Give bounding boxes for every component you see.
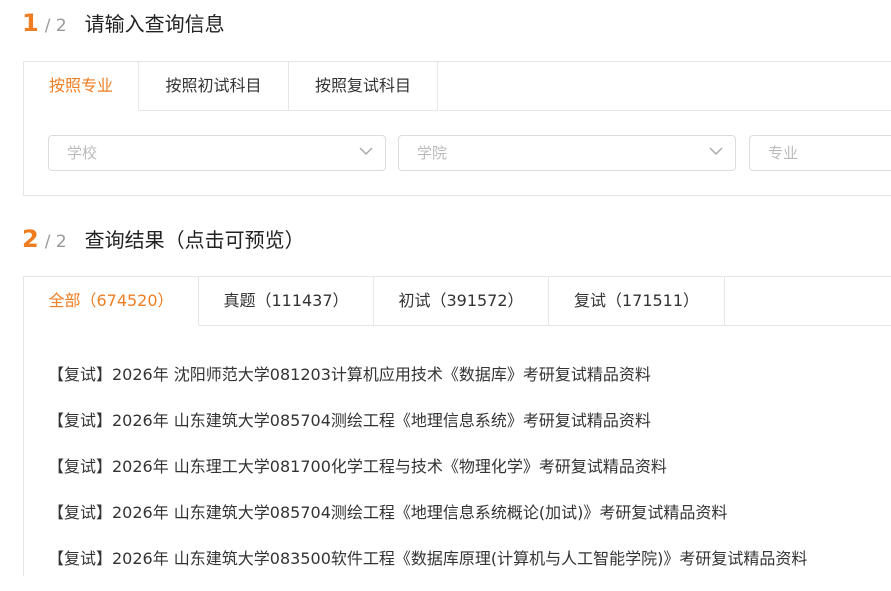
college-select[interactable]: 学院 (398, 135, 736, 171)
school-select[interactable]: 学校 (48, 135, 386, 171)
tab-by-major[interactable]: 按照专业 (24, 62, 139, 111)
major-select[interactable]: 专业 (749, 135, 891, 171)
major-select-placeholder: 专业 (768, 144, 799, 162)
results-panel: 全部（674520） 真题（111437） 初试（391572） 复试（1715… (23, 276, 891, 576)
tabs-divider (725, 325, 891, 326)
search-tabs: 按照专业 按照初试科目 按照复试科目 (24, 62, 438, 111)
tab-all[interactable]: 全部（674520） (24, 277, 199, 326)
chevron-down-icon (709, 147, 723, 156)
tab-by-retest-subject[interactable]: 按照复试科目 (289, 62, 438, 111)
result-item[interactable]: 【复试】2026年 山东建筑大学085704测绘工程《地理信息系统概论(加试)》… (48, 499, 807, 545)
step1-number: 1 (22, 9, 39, 37)
school-select-placeholder: 学校 (67, 144, 98, 162)
tab-by-initial-subject[interactable]: 按照初试科目 (139, 62, 289, 111)
result-item[interactable]: 【复试】2026年 山东理工大学081700化学工程与技术《物理化学》考研复试精… (48, 453, 807, 499)
college-select-placeholder: 学院 (417, 144, 448, 162)
result-tabs: 全部（674520） 真题（111437） 初试（391572） 复试（1715… (24, 277, 725, 326)
tab-initial[interactable]: 初试（391572） (374, 277, 549, 326)
result-item[interactable]: 【复试】2026年 沈阳师范大学081203计算机应用技术《数据库》考研复试精品… (48, 361, 807, 407)
result-item[interactable]: 【复试】2026年 山东建筑大学085704测绘工程《地理信息系统》考研复试精品… (48, 407, 807, 453)
result-item[interactable]: 【复试】2026年 山东建筑大学083500软件工程《数据库原理(计算机与人工智… (48, 545, 807, 591)
step2-header: 2 / 2 查询结果（点击可预览） (22, 224, 305, 253)
step1-total: / 2 (44, 16, 67, 36)
step1-title: 请输入查询信息 (84, 12, 225, 36)
step1-header: 1 / 2 请输入查询信息 (22, 8, 225, 37)
tabs-divider (439, 110, 891, 111)
step2-title: 查询结果（点击可预览） (84, 228, 305, 252)
results-list: 【复试】2026年 沈阳师范大学081203计算机应用技术《数据库》考研复试精品… (48, 361, 807, 591)
step2-number: 2 (22, 225, 39, 253)
tab-real-exams[interactable]: 真题（111437） (199, 277, 374, 326)
search-panel: 按照专业 按照初试科目 按照复试科目 学校 学院 专业 (23, 61, 891, 196)
chevron-down-icon (359, 147, 373, 156)
step2-total: / 2 (44, 232, 67, 252)
tab-retest[interactable]: 复试（171511） (549, 277, 725, 326)
